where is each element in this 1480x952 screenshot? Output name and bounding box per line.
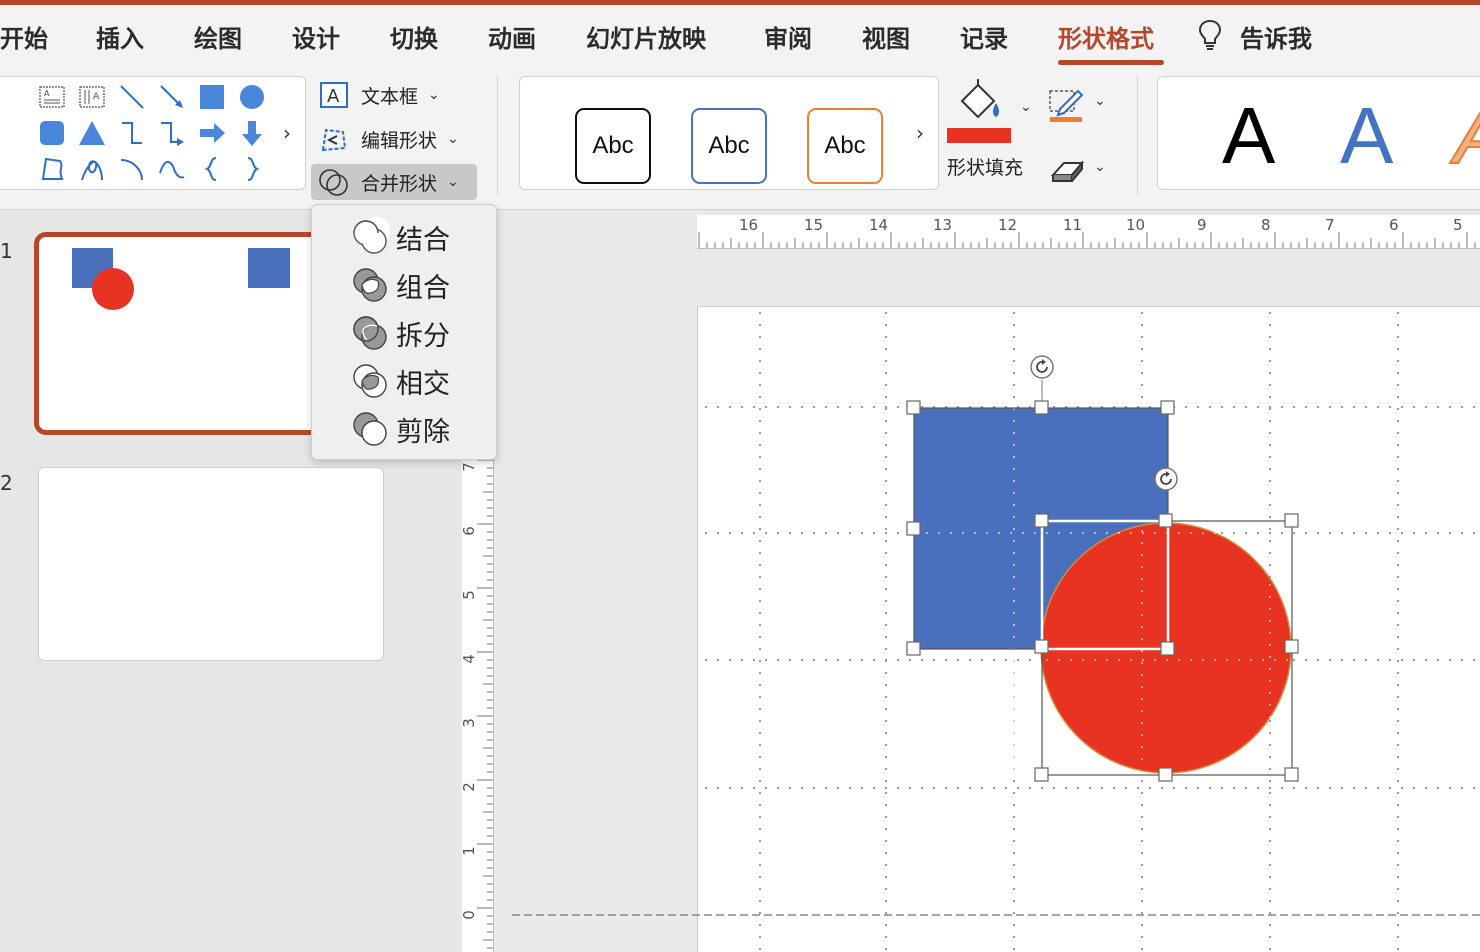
fragment-icon xyxy=(353,316,387,350)
subtract-icon xyxy=(353,412,387,446)
rotate-handle-icon xyxy=(1154,467,1178,491)
menu-item-combine[interactable]: 组合 xyxy=(350,263,490,307)
merge-shapes-menu: 结合 组合 拆分 相交 剪除 xyxy=(311,204,497,460)
menu-item-subtract[interactable]: 剪除 xyxy=(350,407,490,451)
canvas-overlay xyxy=(512,312,1480,952)
rotate-handle-icon xyxy=(1030,355,1054,379)
menu-item-fragment[interactable]: 拆分 xyxy=(350,311,490,355)
intersect-icon xyxy=(353,364,387,398)
menu-item-intersect[interactable]: 相交 xyxy=(350,359,490,403)
combine-icon xyxy=(353,268,387,302)
union-icon xyxy=(353,217,390,254)
menu-item-union[interactable]: 结合 xyxy=(350,215,490,259)
